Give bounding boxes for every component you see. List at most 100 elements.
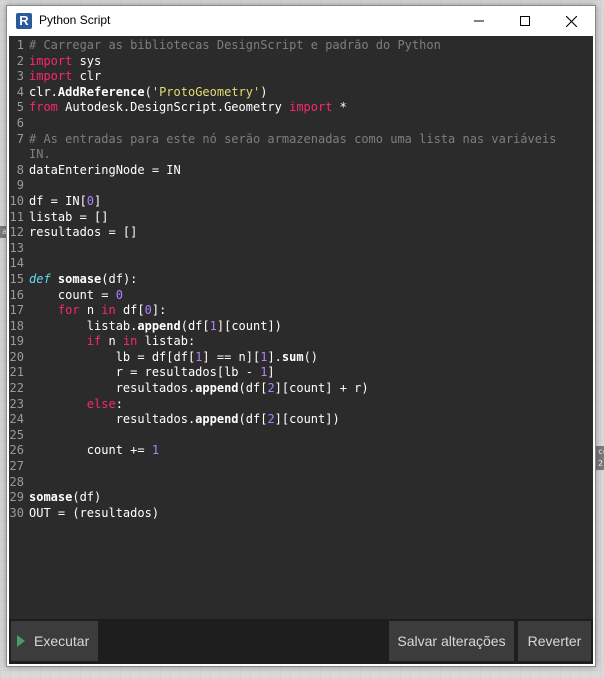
code-line[interactable]: df = IN[0] [29,194,589,210]
code-token: 2 [267,381,275,396]
line-number: 12 [9,225,24,240]
code-area[interactable]: # Carregar as bibliotecas DesignScript e… [29,38,589,521]
code-line[interactable]: listab = [] [29,210,589,226]
line-number: 27 [9,459,24,474]
code-token: (df[ [238,381,268,396]
code-line[interactable]: # Carregar as bibliotecas DesignScript e… [29,38,589,54]
code-line[interactable]: # As entradas para este nó serão armazen… [29,132,589,148]
code-token: in [101,303,116,318]
code-token: ( [144,84,152,99]
maximize-icon [520,16,530,26]
minimize-button[interactable] [456,6,502,36]
code-token: ]: [151,303,167,318]
code-line[interactable] [29,256,589,272]
code-line[interactable]: resultados = [] [29,225,589,241]
code-token: append [195,412,239,427]
revert-button[interactable]: Reverter [518,621,591,661]
code-token: (df[ [180,318,210,333]
code-line[interactable]: dataEnteringNode = IN [29,163,589,179]
code-token: listab: [137,334,196,349]
line-number: 13 [9,240,24,255]
code-line[interactable] [29,116,589,132]
line-number-gutter: 1 2 3 4 5 6 7 8 9 10 11 12 13 14 15 16 17 18 19 20 21 22 23 24 2… [9,38,27,521]
window-title: Python Script [39,13,111,27]
code-token: clr. [29,84,58,99]
save-button-label: Salvar alterações [397,633,506,649]
code-line[interactable]: r = resultados[lb - 1] [29,365,589,381]
code-line[interactable]: somase(df) [29,490,589,506]
minimize-icon [474,20,484,22]
code-line[interactable] [29,178,589,194]
code-token: r = resultados[lb - [29,365,261,380]
code-token: 1 [151,443,160,458]
code-line[interactable]: if n in listab: [29,334,589,350]
code-line[interactable]: from Autodesk.DesignScript.Geometry impo… [29,100,589,116]
code-line[interactable]: IN. [29,147,589,163]
code-token: else [86,396,116,411]
code-token: (df[ [238,412,268,427]
code-token: (df): [101,271,138,286]
code-line[interactable]: resultados.append(df[2][count] + r) [29,381,589,397]
code-line[interactable]: import clr [29,69,589,85]
code-line[interactable]: clr.AddReference('ProtoGeometry') [29,85,589,101]
code-token: ) [260,84,268,99]
code-token: count += [29,443,152,458]
code-line[interactable]: def somase(df): [29,272,589,288]
code-line[interactable] [29,459,589,475]
code-token: listab. [29,318,138,333]
code-token: clr [72,69,102,84]
code-line[interactable]: count = 0 [29,288,589,304]
code-token: ][count]) [274,412,340,427]
code-token: if [86,334,102,349]
title-bar[interactable]: R Python Script [7,6,595,36]
revert-button-label: Reverter [527,633,582,649]
line-number: 4 [16,84,24,99]
close-button[interactable] [548,6,594,36]
code-line[interactable]: lb = df[df[1] == n][1].sum() [29,350,589,366]
code-token: ] [94,193,102,208]
code-token: ]. [267,349,282,364]
code-token: count = [29,287,116,302]
line-number: 11 [9,209,24,224]
code-token: df = IN[ [29,193,87,208]
code-editor[interactable]: 1 2 3 4 5 6 7 8 9 10 11 12 13 14 15 16 17 18 19 20 21 22 23 24 2… [9,36,593,619]
revit-app-icon: R [16,13,32,29]
line-number: 10 [9,193,24,208]
line-number: 26 [9,443,24,458]
code-token: somase [57,271,102,286]
run-button[interactable]: Executar [11,621,98,661]
code-line[interactable]: resultados.append(df[2][count]) [29,412,589,428]
code-token: resultados. [29,412,196,427]
code-token: # Carregar as bibliotecas DesignScript e… [29,38,441,52]
line-number: 19 [9,334,24,349]
code-line[interactable]: OUT = (resultados) [29,506,589,522]
code-line[interactable]: import sys [29,54,589,70]
line-number: 21 [9,365,24,380]
code-token: sys [72,53,102,68]
code-line[interactable] [29,241,589,257]
code-token: Autodesk.DesignScript.Geometry [57,100,290,115]
code-line[interactable] [29,475,589,491]
maximize-button[interactable] [502,6,548,36]
code-token: ] [267,365,275,380]
code-token: ] == n][ [202,349,261,364]
line-number: 25 [9,427,24,442]
code-token: OUT = (resultados) [29,505,160,520]
code-line[interactable]: for n in df[0]: [29,303,589,319]
code-token: n [101,334,123,349]
code-line[interactable]: count += 1 [29,443,589,459]
code-token: 1 [209,318,217,333]
code-token: for [57,303,80,318]
code-line[interactable] [29,428,589,444]
code-token: somase [29,490,73,505]
code-token: in [122,334,138,349]
code-token: ][count] + r) [274,381,369,396]
play-icon [17,635,25,647]
save-changes-button[interactable]: Salvar alterações [389,621,514,661]
code-line[interactable]: else: [29,397,589,413]
code-line[interactable]: listab.append(df[1][count]) [29,319,589,335]
line-number: 17 [9,303,24,318]
code-token: 0 [86,193,95,208]
